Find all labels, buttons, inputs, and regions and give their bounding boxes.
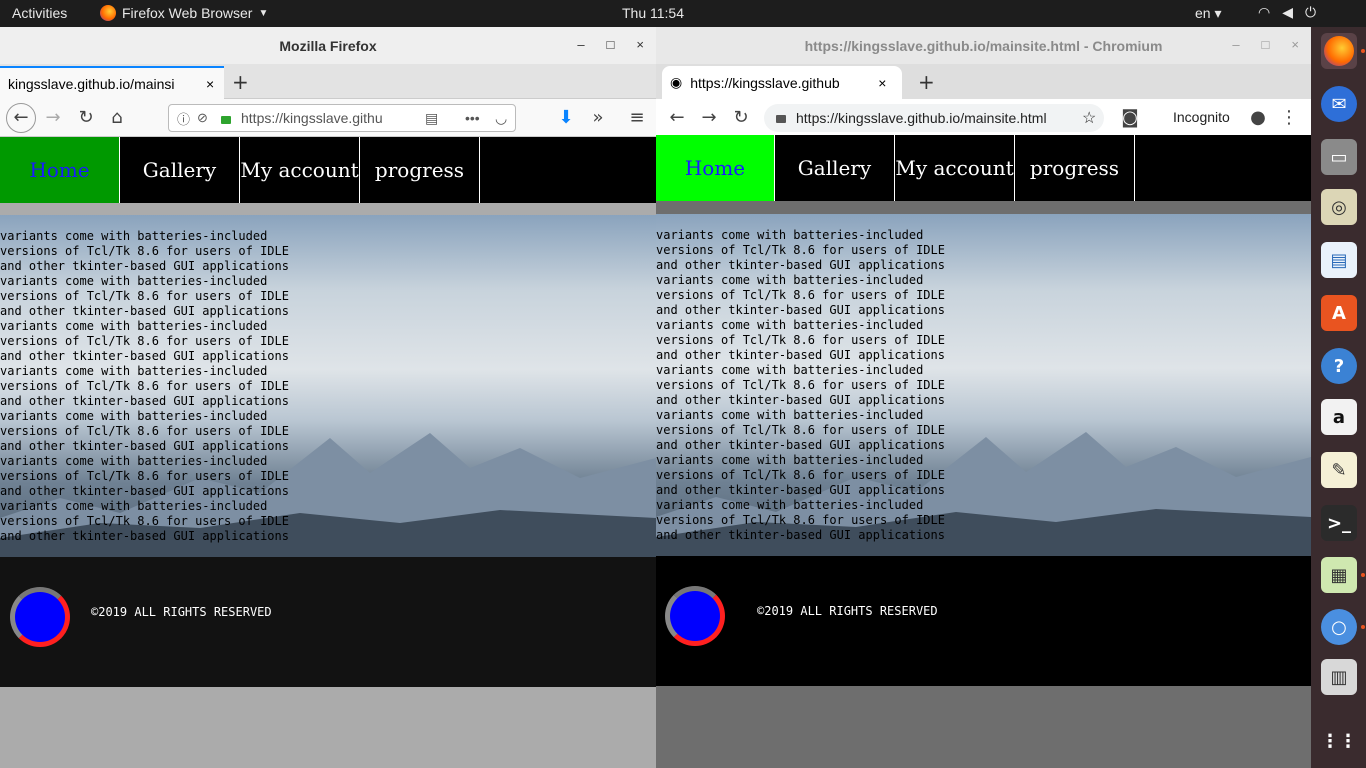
nav-progress[interactable]: progress: [360, 137, 480, 203]
chromium-dock-icon[interactable]: ○: [1321, 609, 1357, 645]
rhythmbox-icon[interactable]: ◎: [1321, 189, 1357, 225]
firefox-window-title: Mozilla Firefox: [279, 37, 377, 54]
amazon-icon[interactable]: a: [1321, 399, 1357, 435]
minimize-button[interactable]: –: [577, 37, 584, 52]
home-icon[interactable]: ⌂: [106, 107, 128, 128]
close-button[interactable]: ×: [636, 37, 644, 52]
body-text: variants come with batteries-included ve…: [656, 228, 945, 542]
lock-icon: [776, 115, 786, 123]
chromium-tab-bar: ◉ https://kingsslave.github × +: [656, 64, 1311, 99]
system-top-bar: Activities Firefox Web Browser ▼ Thu 11:…: [0, 0, 1366, 27]
camera-icon[interactable]: ◙: [1119, 107, 1141, 128]
site-hero-content: variants come with batteries-included ve…: [656, 214, 1311, 557]
site-nav: Home Gallery My account progress: [0, 137, 656, 203]
kebab-menu-icon[interactable]: ⋮: [1278, 107, 1300, 128]
language-label: en: [1195, 5, 1211, 21]
back-icon[interactable]: ←: [666, 107, 688, 128]
app-menu[interactable]: Firefox Web Browser ▼: [100, 5, 268, 21]
lock-icon: [221, 116, 231, 124]
copyright-text: ©2019 ALL RIGHTS RESERVED: [757, 604, 938, 618]
tab-close-icon[interactable]: ×: [878, 75, 886, 91]
site-hero-content: variants come with batteries-included ve…: [0, 215, 656, 558]
chromium-window: https://kingsslave.github.io/mainsite.ht…: [656, 27, 1311, 768]
site-nav: Home Gallery My account progress: [656, 135, 1311, 201]
url-text: https://kingsslave.githu: [241, 110, 383, 126]
tab-title: kingsslave.github.io/mainsi: [8, 75, 175, 92]
nav-progress[interactable]: progress: [1015, 135, 1135, 201]
incognito-icon[interactable]: ●: [1247, 107, 1269, 128]
chromium-url-bar[interactable]: https://kingsslave.github.io/mainsite.ht…: [764, 104, 1104, 132]
chromium-toolbar: ← → ↻ https://kingsslave.github.io/mains…: [656, 99, 1311, 137]
nav-gallery[interactable]: Gallery: [120, 137, 240, 203]
hamburger-menu-icon[interactable]: ≡: [626, 107, 648, 128]
reload-icon[interactable]: ↻: [730, 107, 752, 128]
body-text: variants come with batteries-included ve…: [0, 229, 289, 543]
close-button[interactable]: ×: [1291, 37, 1299, 52]
tab-close-icon[interactable]: ×: [206, 76, 214, 92]
tab-title: https://kingsslave.github: [690, 74, 840, 91]
page-actions-icon[interactable]: •••: [465, 110, 480, 126]
nav-my-account[interactable]: My account: [895, 135, 1015, 201]
firefox-icon: [100, 5, 116, 21]
globe-icon: ◉: [670, 74, 683, 90]
software-center-icon[interactable]: A: [1321, 295, 1357, 331]
wifi-icon: ◠: [1258, 4, 1271, 20]
mixer-icon[interactable]: ▥: [1321, 659, 1357, 695]
new-tab-button[interactable]: +: [232, 70, 249, 94]
reader-view-icon[interactable]: ▤: [425, 110, 438, 127]
clock[interactable]: Thu 11:54: [622, 5, 684, 21]
url-text: https://kingsslave.github.io/mainsite.ht…: [796, 110, 1047, 126]
nav-my-account[interactable]: My account: [240, 137, 360, 203]
nav-home[interactable]: Home: [656, 135, 775, 201]
files-icon[interactable]: ▭: [1321, 139, 1357, 175]
pocket-icon[interactable]: ◡: [495, 110, 507, 127]
text-editor-icon[interactable]: ✎: [1321, 452, 1357, 488]
back-icon[interactable]: ←: [6, 103, 36, 133]
download-icon[interactable]: ⬇: [555, 107, 577, 128]
help-icon[interactable]: ?: [1321, 348, 1357, 384]
firefox-tab-bar: kingsslave.github.io/mainsi × +: [0, 64, 656, 99]
chevron-down-icon: ▼: [258, 7, 269, 19]
forward-icon[interactable]: →: [42, 107, 64, 128]
firefox-url-bar[interactable]: ⓘ ⊘ https://kingsslave.githu ▤ ••• ◡: [168, 104, 516, 132]
chromium-titlebar[interactable]: https://kingsslave.github.io/mainsite.ht…: [656, 27, 1311, 64]
terminal-icon[interactable]: >_: [1321, 505, 1357, 541]
new-tab-button[interactable]: +: [918, 70, 935, 94]
power-icon: ⏻: [1305, 4, 1317, 20]
app-menu-label: Firefox Web Browser: [122, 5, 253, 21]
reload-icon[interactable]: ↻: [75, 107, 97, 128]
chromium-window-title: https://kingsslave.github.io/mainsite.ht…: [804, 37, 1163, 54]
minimize-button[interactable]: –: [1232, 37, 1239, 52]
firefox-tab[interactable]: kingsslave.github.io/mainsi ×: [0, 66, 224, 99]
thunderbird-icon[interactable]: ✉: [1321, 86, 1357, 122]
overflow-chevron-icon[interactable]: »: [587, 107, 609, 128]
info-icon[interactable]: ⓘ: [177, 109, 190, 128]
maximize-button[interactable]: □: [1262, 37, 1270, 52]
copyright-text: ©2019 ALL RIGHTS RESERVED: [91, 605, 272, 619]
chromium-tab[interactable]: ◉ https://kingsslave.github ×: [662, 66, 902, 99]
tracking-icon[interactable]: ⊘: [197, 110, 208, 126]
ubuntu-dock: ✉ ▭ ◎ ▤ A ? a ✎ >_ ▦ ○ ▥ ⋮⋮: [1311, 27, 1366, 768]
volume-icon: ◀: [1282, 4, 1293, 20]
image-editor-icon[interactable]: ▦: [1321, 557, 1357, 593]
forward-icon[interactable]: →: [698, 107, 720, 128]
maximize-button[interactable]: □: [607, 37, 615, 52]
writer-icon[interactable]: ▤: [1321, 242, 1357, 278]
nav-home[interactable]: Home: [0, 137, 120, 203]
nav-gallery[interactable]: Gallery: [775, 135, 895, 201]
incognito-label: Incognito: [1173, 109, 1230, 125]
firefox-window: Mozilla Firefox – □ × kingsslave.github.…: [0, 27, 656, 768]
bookmark-star-icon[interactable]: ☆: [1082, 108, 1096, 128]
system-tray[interactable]: ◠ ◀ ⏻: [1258, 4, 1316, 21]
site-logo: [10, 587, 70, 647]
firefox-titlebar[interactable]: Mozilla Firefox – □ ×: [0, 27, 656, 64]
activities-button[interactable]: Activities: [12, 5, 67, 21]
site-footer: ©2019 ALL RIGHTS RESERVED: [0, 557, 656, 687]
show-apps-icon[interactable]: ⋮⋮: [1321, 723, 1357, 759]
firefox-toolbar: ← → ↻ ⌂ ⓘ ⊘ https://kingsslave.githu ▤ •…: [0, 99, 656, 137]
firefox-dock-icon[interactable]: [1321, 33, 1357, 69]
language-indicator[interactable]: en ▾: [1195, 5, 1222, 22]
site-logo: [665, 586, 725, 646]
site-footer: ©2019 ALL RIGHTS RESERVED: [656, 556, 1311, 686]
